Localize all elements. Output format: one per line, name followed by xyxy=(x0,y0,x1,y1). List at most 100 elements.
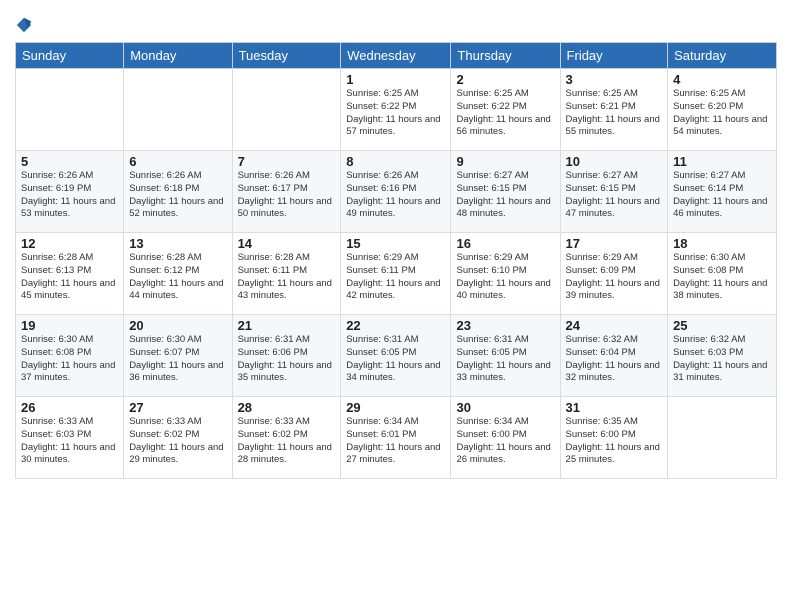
table-row: 22Sunrise: 6:31 AM Sunset: 6:05 PM Dayli… xyxy=(341,315,451,397)
day-info: Sunrise: 6:28 AM Sunset: 6:12 PM Dayligh… xyxy=(129,252,226,303)
table-row: 1Sunrise: 6:25 AM Sunset: 6:22 PM Daylig… xyxy=(341,69,451,151)
day-number: 2 xyxy=(456,72,554,87)
table-row: 24Sunrise: 6:32 AM Sunset: 6:04 PM Dayli… xyxy=(560,315,668,397)
col-friday: Friday xyxy=(560,43,668,69)
header xyxy=(15,10,777,34)
calendar-table: Sunday Monday Tuesday Wednesday Thursday… xyxy=(15,42,777,479)
table-row: 27Sunrise: 6:33 AM Sunset: 6:02 PM Dayli… xyxy=(124,397,232,479)
table-row: 26Sunrise: 6:33 AM Sunset: 6:03 PM Dayli… xyxy=(16,397,124,479)
day-info: Sunrise: 6:28 AM Sunset: 6:13 PM Dayligh… xyxy=(21,252,118,303)
day-info: Sunrise: 6:30 AM Sunset: 6:07 PM Dayligh… xyxy=(129,334,226,385)
day-info: Sunrise: 6:32 AM Sunset: 6:04 PM Dayligh… xyxy=(566,334,663,385)
day-number: 31 xyxy=(566,400,663,415)
table-row: 20Sunrise: 6:30 AM Sunset: 6:07 PM Dayli… xyxy=(124,315,232,397)
table-row: 7Sunrise: 6:26 AM Sunset: 6:17 PM Daylig… xyxy=(232,151,341,233)
day-info: Sunrise: 6:27 AM Sunset: 6:14 PM Dayligh… xyxy=(673,170,771,221)
day-number: 7 xyxy=(238,154,336,169)
col-saturday: Saturday xyxy=(668,43,777,69)
table-row: 5Sunrise: 6:26 AM Sunset: 6:19 PM Daylig… xyxy=(16,151,124,233)
day-info: Sunrise: 6:26 AM Sunset: 6:19 PM Dayligh… xyxy=(21,170,118,221)
day-info: Sunrise: 6:34 AM Sunset: 6:00 PM Dayligh… xyxy=(456,416,554,467)
table-row: 17Sunrise: 6:29 AM Sunset: 6:09 PM Dayli… xyxy=(560,233,668,315)
day-number: 26 xyxy=(21,400,118,415)
table-row: 11Sunrise: 6:27 AM Sunset: 6:14 PM Dayli… xyxy=(668,151,777,233)
day-info: Sunrise: 6:33 AM Sunset: 6:02 PM Dayligh… xyxy=(238,416,336,467)
table-row: 25Sunrise: 6:32 AM Sunset: 6:03 PM Dayli… xyxy=(668,315,777,397)
calendar-week-row: 26Sunrise: 6:33 AM Sunset: 6:03 PM Dayli… xyxy=(16,397,777,479)
table-row: 28Sunrise: 6:33 AM Sunset: 6:02 PM Dayli… xyxy=(232,397,341,479)
table-row: 23Sunrise: 6:31 AM Sunset: 6:05 PM Dayli… xyxy=(451,315,560,397)
day-number: 4 xyxy=(673,72,771,87)
table-row: 3Sunrise: 6:25 AM Sunset: 6:21 PM Daylig… xyxy=(560,69,668,151)
day-number: 11 xyxy=(673,154,771,169)
day-info: Sunrise: 6:31 AM Sunset: 6:05 PM Dayligh… xyxy=(456,334,554,385)
day-info: Sunrise: 6:33 AM Sunset: 6:03 PM Dayligh… xyxy=(21,416,118,467)
calendar-week-row: 5Sunrise: 6:26 AM Sunset: 6:19 PM Daylig… xyxy=(16,151,777,233)
table-row xyxy=(668,397,777,479)
table-row: 10Sunrise: 6:27 AM Sunset: 6:15 PM Dayli… xyxy=(560,151,668,233)
day-number: 14 xyxy=(238,236,336,251)
table-row: 30Sunrise: 6:34 AM Sunset: 6:00 PM Dayli… xyxy=(451,397,560,479)
day-number: 30 xyxy=(456,400,554,415)
day-info: Sunrise: 6:25 AM Sunset: 6:22 PM Dayligh… xyxy=(346,88,445,139)
day-number: 3 xyxy=(566,72,663,87)
day-number: 13 xyxy=(129,236,226,251)
day-number: 10 xyxy=(566,154,663,169)
table-row: 14Sunrise: 6:28 AM Sunset: 6:11 PM Dayli… xyxy=(232,233,341,315)
col-wednesday: Wednesday xyxy=(341,43,451,69)
calendar-header-row: Sunday Monday Tuesday Wednesday Thursday… xyxy=(16,43,777,69)
day-number: 20 xyxy=(129,318,226,333)
day-number: 17 xyxy=(566,236,663,251)
col-thursday: Thursday xyxy=(451,43,560,69)
day-info: Sunrise: 6:25 AM Sunset: 6:20 PM Dayligh… xyxy=(673,88,771,139)
calendar-page: Sunday Monday Tuesday Wednesday Thursday… xyxy=(0,0,792,612)
day-info: Sunrise: 6:29 AM Sunset: 6:10 PM Dayligh… xyxy=(456,252,554,303)
day-info: Sunrise: 6:26 AM Sunset: 6:17 PM Dayligh… xyxy=(238,170,336,221)
logo-icon xyxy=(15,16,33,34)
logo xyxy=(15,10,35,34)
day-number: 21 xyxy=(238,318,336,333)
table-row xyxy=(16,69,124,151)
table-row: 16Sunrise: 6:29 AM Sunset: 6:10 PM Dayli… xyxy=(451,233,560,315)
day-info: Sunrise: 6:29 AM Sunset: 6:11 PM Dayligh… xyxy=(346,252,445,303)
day-info: Sunrise: 6:32 AM Sunset: 6:03 PM Dayligh… xyxy=(673,334,771,385)
table-row: 18Sunrise: 6:30 AM Sunset: 6:08 PM Dayli… xyxy=(668,233,777,315)
table-row: 9Sunrise: 6:27 AM Sunset: 6:15 PM Daylig… xyxy=(451,151,560,233)
day-number: 23 xyxy=(456,318,554,333)
day-info: Sunrise: 6:25 AM Sunset: 6:22 PM Dayligh… xyxy=(456,88,554,139)
calendar-week-row: 12Sunrise: 6:28 AM Sunset: 6:13 PM Dayli… xyxy=(16,233,777,315)
day-info: Sunrise: 6:33 AM Sunset: 6:02 PM Dayligh… xyxy=(129,416,226,467)
table-row: 31Sunrise: 6:35 AM Sunset: 6:00 PM Dayli… xyxy=(560,397,668,479)
day-info: Sunrise: 6:31 AM Sunset: 6:06 PM Dayligh… xyxy=(238,334,336,385)
table-row: 12Sunrise: 6:28 AM Sunset: 6:13 PM Dayli… xyxy=(16,233,124,315)
table-row: 29Sunrise: 6:34 AM Sunset: 6:01 PM Dayli… xyxy=(341,397,451,479)
day-info: Sunrise: 6:35 AM Sunset: 6:00 PM Dayligh… xyxy=(566,416,663,467)
table-row: 6Sunrise: 6:26 AM Sunset: 6:18 PM Daylig… xyxy=(124,151,232,233)
day-number: 5 xyxy=(21,154,118,169)
calendar-week-row: 19Sunrise: 6:30 AM Sunset: 6:08 PM Dayli… xyxy=(16,315,777,397)
day-number: 9 xyxy=(456,154,554,169)
table-row: 2Sunrise: 6:25 AM Sunset: 6:22 PM Daylig… xyxy=(451,69,560,151)
table-row: 19Sunrise: 6:30 AM Sunset: 6:08 PM Dayli… xyxy=(16,315,124,397)
day-number: 16 xyxy=(456,236,554,251)
col-tuesday: Tuesday xyxy=(232,43,341,69)
day-number: 8 xyxy=(346,154,445,169)
calendar-week-row: 1Sunrise: 6:25 AM Sunset: 6:22 PM Daylig… xyxy=(16,69,777,151)
day-info: Sunrise: 6:31 AM Sunset: 6:05 PM Dayligh… xyxy=(346,334,445,385)
day-info: Sunrise: 6:26 AM Sunset: 6:16 PM Dayligh… xyxy=(346,170,445,221)
day-info: Sunrise: 6:30 AM Sunset: 6:08 PM Dayligh… xyxy=(673,252,771,303)
day-number: 24 xyxy=(566,318,663,333)
col-sunday: Sunday xyxy=(16,43,124,69)
day-number: 25 xyxy=(673,318,771,333)
day-info: Sunrise: 6:28 AM Sunset: 6:11 PM Dayligh… xyxy=(238,252,336,303)
col-monday: Monday xyxy=(124,43,232,69)
day-info: Sunrise: 6:30 AM Sunset: 6:08 PM Dayligh… xyxy=(21,334,118,385)
table-row: 15Sunrise: 6:29 AM Sunset: 6:11 PM Dayli… xyxy=(341,233,451,315)
table-row xyxy=(124,69,232,151)
day-info: Sunrise: 6:34 AM Sunset: 6:01 PM Dayligh… xyxy=(346,416,445,467)
day-number: 18 xyxy=(673,236,771,251)
day-number: 6 xyxy=(129,154,226,169)
day-number: 28 xyxy=(238,400,336,415)
table-row: 4Sunrise: 6:25 AM Sunset: 6:20 PM Daylig… xyxy=(668,69,777,151)
day-info: Sunrise: 6:27 AM Sunset: 6:15 PM Dayligh… xyxy=(456,170,554,221)
